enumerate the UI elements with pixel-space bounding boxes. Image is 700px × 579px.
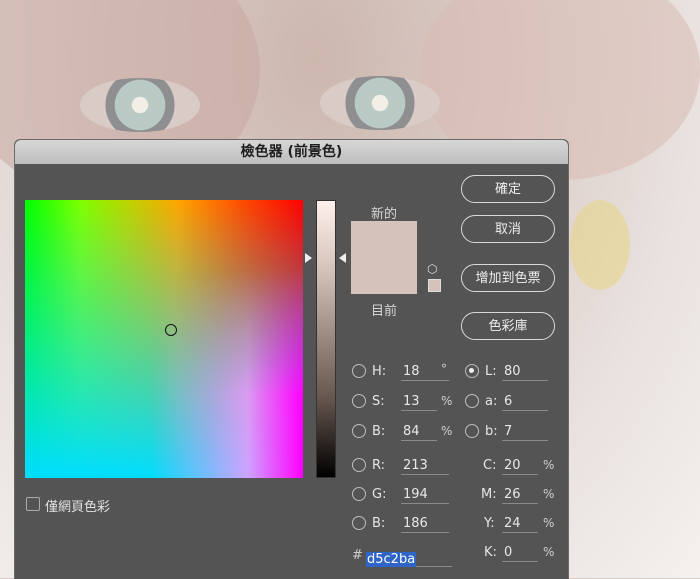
artwork-eye-right (320, 76, 440, 130)
only-web-colors-checkbox[interactable] (26, 497, 40, 511)
lightness-slider[interactable] (316, 200, 336, 478)
h-label: H: (372, 364, 387, 379)
m-unit: % (543, 487, 555, 501)
cancel-button[interactable]: 取消 (461, 215, 555, 243)
h-unit: ° (441, 362, 447, 376)
k-input[interactable]: 0 (502, 544, 538, 562)
r-label: R: (372, 458, 386, 473)
current-color-label: 目前 (371, 304, 398, 319)
h-radio[interactable] (352, 364, 366, 378)
s-unit: % (441, 394, 453, 408)
r-input[interactable]: 213 (401, 457, 449, 475)
a-label: a: (485, 394, 498, 409)
new-color-label: 新的 (371, 207, 398, 222)
l-input[interactable]: 80 (502, 363, 548, 381)
blue-radio[interactable] (352, 516, 366, 530)
g-label: G: (372, 487, 387, 502)
a-radio[interactable] (465, 394, 479, 408)
web-safe-swatch-icon[interactable] (428, 279, 441, 292)
blue-input[interactable]: 186 (401, 515, 449, 533)
color-picker-dialog: 檢色器 (前景色) 新的 目前 ⬡ 確定 取消 增加到色票 色彩庫 H: 18 … (14, 139, 569, 579)
lab-b-input[interactable]: 7 (502, 423, 548, 441)
add-to-swatches-button[interactable]: 增加到色票 (461, 264, 555, 292)
hex-hash-label: # (352, 548, 363, 563)
dialog-title: 檢色器 (前景色) (15, 140, 568, 164)
l-label: L: (485, 364, 497, 379)
b-radio[interactable] (352, 424, 366, 438)
artwork-eye-left (80, 78, 200, 132)
lab-b-radio[interactable] (465, 424, 479, 438)
y-input[interactable]: 24 (502, 515, 538, 533)
hex-value[interactable]: d5c2ba (366, 552, 417, 567)
c-input[interactable]: 20 (502, 457, 538, 475)
m-input[interactable]: 26 (502, 486, 538, 504)
g-input[interactable]: 194 (401, 486, 449, 504)
b-input[interactable]: 84 (401, 423, 437, 441)
c-label: C: (483, 458, 497, 473)
s-label: S: (372, 394, 385, 409)
ok-button[interactable]: 確定 (461, 175, 555, 203)
lab-b-label: b: (485, 424, 498, 439)
g-radio[interactable] (352, 487, 366, 501)
slider-right-arrow[interactable] (339, 253, 346, 263)
only-web-colors-label: 僅網頁色彩 (45, 500, 111, 515)
color-field[interactable] (25, 200, 303, 478)
s-input[interactable]: 13 (401, 393, 437, 411)
s-radio[interactable] (352, 394, 366, 408)
c-unit: % (543, 458, 555, 472)
k-unit: % (543, 545, 555, 559)
b-label: B: (372, 424, 386, 439)
cube-icon[interactable]: ⬡ (427, 262, 437, 276)
k-label: K: (484, 545, 497, 560)
hex-input[interactable]: d5c2ba (366, 548, 452, 567)
m-label: M: (481, 487, 497, 502)
r-radio[interactable] (352, 458, 366, 472)
y-label: Y: (484, 516, 495, 531)
color-preview-swatch (351, 221, 417, 294)
y-unit: % (543, 516, 555, 530)
a-input[interactable]: 6 (502, 393, 548, 411)
blue-label: B: (372, 516, 386, 531)
color-field-cursor[interactable] (165, 324, 177, 336)
color-libraries-button[interactable]: 色彩庫 (461, 312, 555, 340)
b-unit: % (441, 424, 453, 438)
slider-left-arrow[interactable] (305, 253, 312, 263)
l-radio[interactable] (465, 364, 479, 378)
